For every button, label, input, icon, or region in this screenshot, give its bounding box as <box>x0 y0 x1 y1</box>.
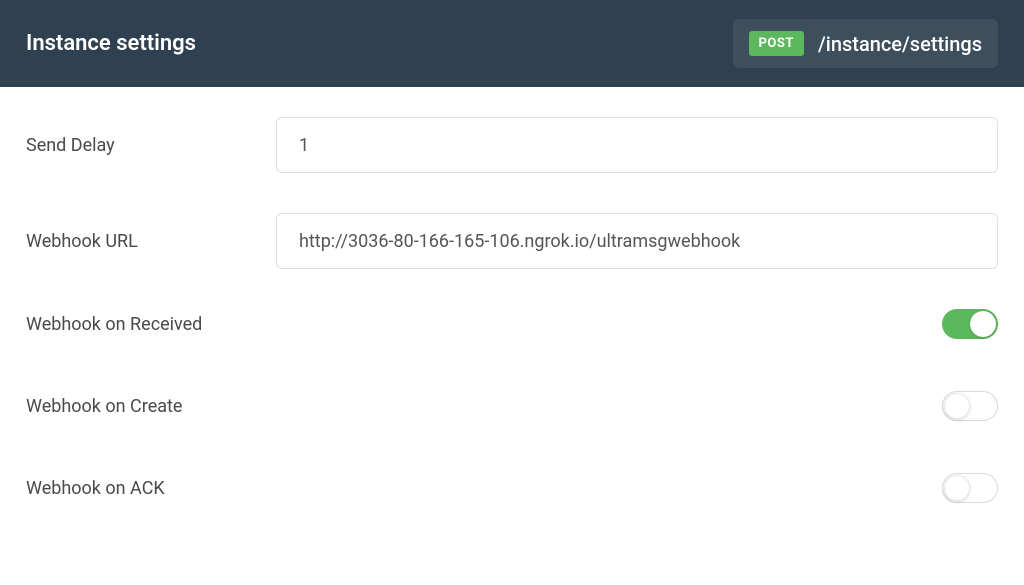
page-title: Instance settings <box>26 31 196 56</box>
send-delay-label: Send Delay <box>26 135 276 156</box>
toggle-knob <box>970 311 996 337</box>
webhook-ack-label: Webhook on ACK <box>26 478 276 499</box>
send-delay-row: Send Delay <box>26 117 998 173</box>
toggle-knob <box>944 475 970 501</box>
webhook-received-label: Webhook on Received <box>26 314 276 335</box>
webhook-create-toggle[interactable] <box>942 391 998 421</box>
webhook-url-label: Webhook URL <box>26 231 276 252</box>
webhook-received-row: Webhook on Received <box>26 309 998 339</box>
send-delay-input[interactable] <box>276 117 998 173</box>
settings-form: Send Delay Webhook URL Webhook on Receiv… <box>0 87 1024 585</box>
webhook-create-label: Webhook on Create <box>26 396 276 417</box>
webhook-url-input[interactable] <box>276 213 998 269</box>
webhook-url-row: Webhook URL <box>26 213 998 269</box>
webhook-create-row: Webhook on Create <box>26 391 998 421</box>
http-method-badge: POST <box>749 31 804 56</box>
endpoint-display: POST /instance/settings <box>733 19 998 68</box>
toggle-knob <box>944 393 970 419</box>
webhook-received-toggle[interactable] <box>942 309 998 339</box>
webhook-ack-row: Webhook on ACK <box>26 473 998 503</box>
webhook-ack-toggle[interactable] <box>942 473 998 503</box>
endpoint-path: /instance/settings <box>818 32 982 56</box>
page-header: Instance settings POST /instance/setting… <box>0 0 1024 87</box>
